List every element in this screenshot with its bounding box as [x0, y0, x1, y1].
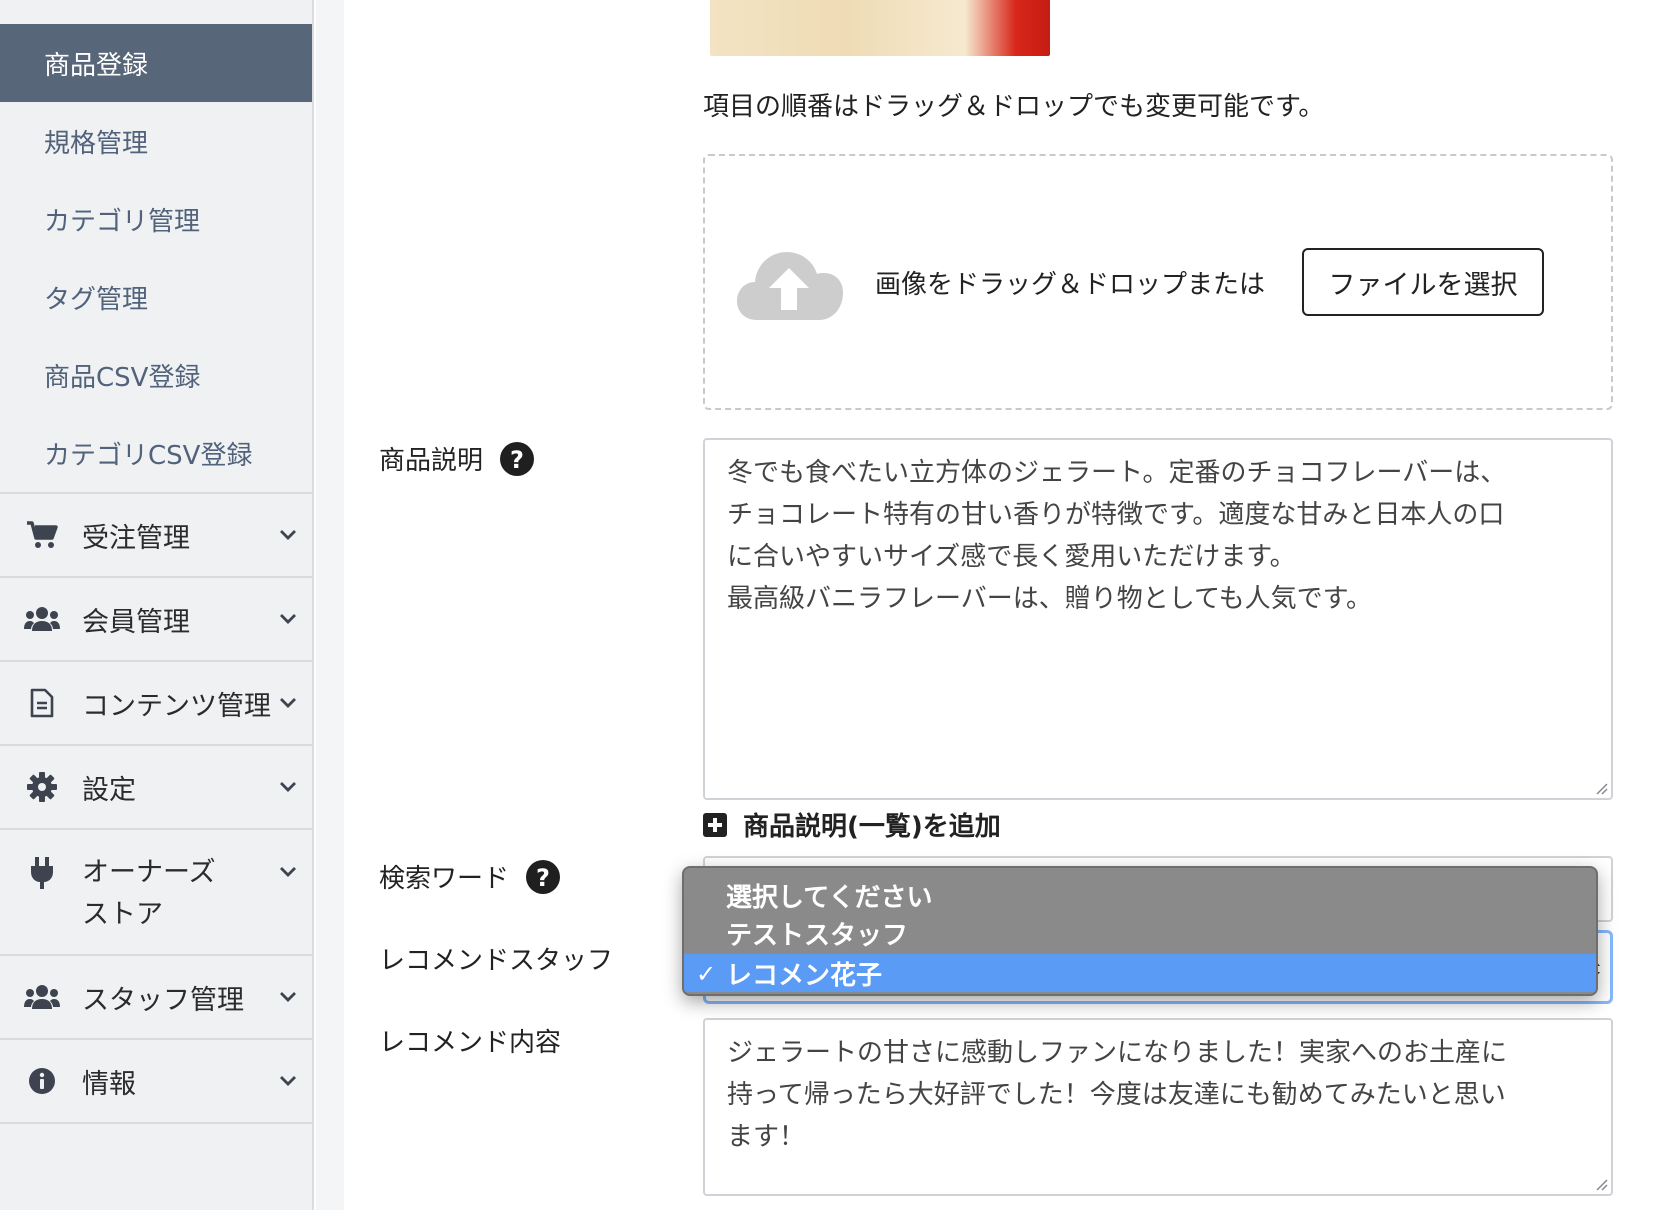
recommend-content-label: レコメンド内容 [379, 1028, 562, 1058]
product-image-thumbnail[interactable] [710, 0, 1050, 56]
checkmark-icon: ✓ [696, 960, 717, 988]
description-label: 商品説明 [379, 446, 484, 476]
product-submenu: 商品登録 規格管理 カテゴリ管理 タグ管理 商品CSV登録 カテゴリCSV登録 [0, 24, 312, 492]
sidebar-item-product-csv[interactable]: 商品CSV登録 [0, 336, 312, 414]
sidebar-menu-label: コンテンツ管理 [82, 690, 271, 722]
choose-file-button[interactable]: ファイルを選択 [1302, 248, 1544, 316]
chevron-down-icon [280, 782, 296, 792]
sidebar-item-category-csv[interactable]: カテゴリCSV登録 [0, 414, 312, 492]
chevron-down-icon [280, 867, 296, 877]
document-icon [24, 685, 60, 721]
sidebar-menu-label: スタッフ管理 [82, 984, 244, 1016]
sidebar-menu-info[interactable]: 情報 [0, 1038, 312, 1122]
add-list-description-label: 商品説明(一覧)を追加 [743, 812, 1001, 842]
chevron-down-icon [280, 614, 296, 624]
sidebar-menu-staff[interactable]: スタッフ管理 [0, 954, 312, 1038]
sidebar-item-category-management[interactable]: カテゴリ管理 [0, 180, 312, 258]
users-icon [24, 979, 60, 1015]
question-circle-icon[interactable]: ? [499, 441, 535, 477]
recommend-staff-label: レコメンドスタッフ [379, 946, 614, 976]
sidebar-menu-owners-store[interactable]: オーナーズストア [0, 828, 312, 954]
resize-grip-icon[interactable] [1594, 781, 1608, 795]
sidebar-menu-label: オーナーズストア [82, 857, 216, 930]
cloud-upload-icon [737, 252, 843, 320]
resize-grip-icon[interactable] [1594, 1177, 1608, 1191]
sidebar-item-spec-management[interactable]: 規格管理 [0, 102, 312, 180]
search-word-label-row: 検索ワード ? [379, 858, 561, 895]
question-circle-icon[interactable]: ? [525, 859, 561, 895]
recommend-staff-dropdown: 選択してください テストスタッフ ✓ レコメン花子 [682, 866, 1598, 996]
plus-square-icon [703, 812, 727, 837]
users-icon [24, 601, 60, 637]
info-icon [24, 1063, 60, 1099]
image-order-note: 項目の順番はドラッグ＆ドロップでも変更可能です。 [703, 92, 1325, 122]
image-dropzone[interactable]: 画像をドラッグ＆ドロップまたは ファイルを選択 [703, 154, 1613, 410]
dropdown-option-label: レコメン花子 [726, 960, 883, 991]
chevron-down-icon [280, 530, 296, 540]
sidebar-menu-label: 設定 [82, 774, 136, 806]
sidebar-item-product-register[interactable]: 商品登録 [0, 24, 312, 102]
chevron-down-icon [280, 698, 296, 708]
sidebar-menu-settings[interactable]: 設定 [0, 744, 312, 828]
add-list-description-link[interactable]: 商品説明(一覧)を追加 [703, 806, 1001, 843]
sidebar-menu-label: 会員管理 [82, 606, 190, 638]
sidebar-menu-members[interactable]: 会員管理 [0, 576, 312, 660]
dropdown-option-selected[interactable]: ✓ レコメン花子 [684, 954, 1596, 992]
content-gutter [316, 0, 344, 1210]
sidebar: 商品登録 規格管理 カテゴリ管理 タグ管理 商品CSV登録 カテゴリCSV登録 … [0, 0, 314, 1210]
sidebar-menu-orders[interactable]: 受注管理 [0, 492, 312, 576]
description-label-row: 商品説明 ? [379, 440, 535, 477]
sidebar-menu-label: 情報 [82, 1068, 136, 1100]
svg-text:?: ? [510, 446, 524, 474]
sidebar-divider [0, 1122, 312, 1124]
product-form: 項目の順番はドラッグ＆ドロップでも変更可能です。 画像をドラッグ＆ドロップまたは… [344, 0, 1658, 1210]
dropdown-option[interactable]: 選択してください [684, 876, 1596, 914]
gear-icon [24, 769, 60, 805]
recommend-content-textarea[interactable]: ジェラートの甘さに感動しファンになりました！実家へのお土産に 持って帰ったら大好… [703, 1018, 1613, 1196]
chevron-down-icon [280, 1076, 296, 1086]
description-textarea[interactable]: 冬でも食べたい立方体のジェラート。定番のチョコフレーバーは、 チョコレート特有の… [703, 438, 1613, 800]
sidebar-item-tag-management[interactable]: タグ管理 [0, 258, 312, 336]
chevron-down-icon [280, 992, 296, 1002]
svg-text:?: ? [536, 864, 550, 892]
sidebar-menu-label: 受注管理 [82, 522, 190, 554]
search-word-label: 検索ワード [379, 864, 510, 894]
sidebar-menu-contents[interactable]: コンテンツ管理 [0, 660, 312, 744]
dropzone-text: 画像をドラッグ＆ドロップまたは [875, 270, 1266, 300]
cart-icon [24, 517, 60, 553]
dropdown-option[interactable]: テストスタッフ [684, 914, 1596, 952]
